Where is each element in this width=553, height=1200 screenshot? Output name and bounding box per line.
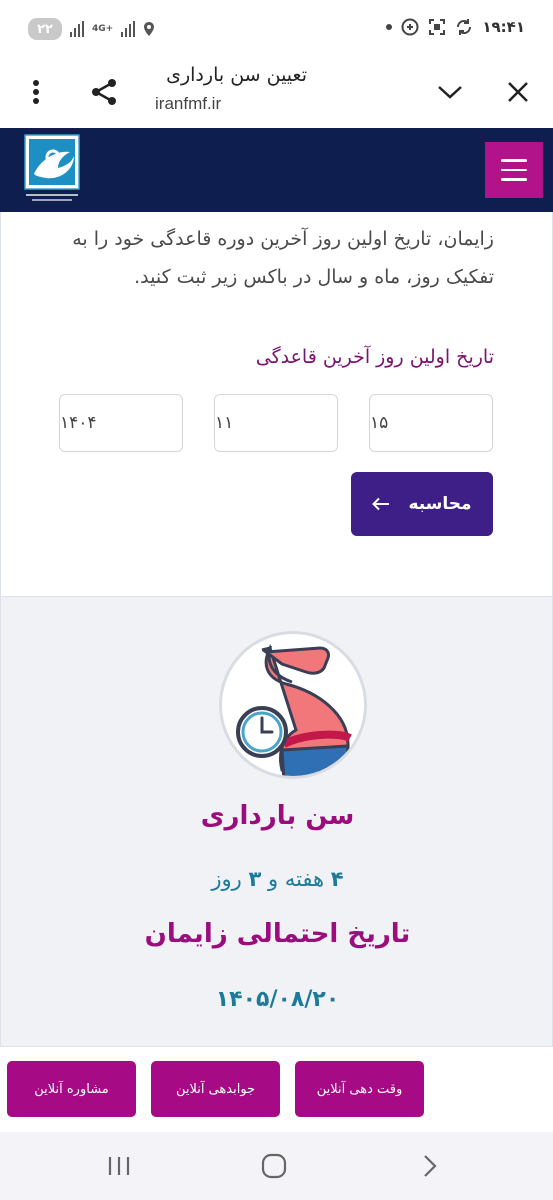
sync-icon: [457, 19, 472, 35]
notification-dot-icon: [386, 24, 393, 30]
more-options-button[interactable]: [14, 70, 58, 114]
menu-line: [501, 168, 527, 172]
result-panel: سن بارداری ۴ هفته و ۳ روز تاریخ احتمالی …: [0, 596, 553, 1046]
back-button[interactable]: [410, 1150, 450, 1182]
share-icon: [92, 79, 116, 105]
weeks-unit: هفته و: [268, 867, 325, 891]
close-icon: [508, 82, 528, 102]
date-field-label: تاریخ اولین روز آخرین قاعدگی: [255, 346, 494, 368]
browser-toolbar: تعیین سن بارداری iranfmf.ir: [0, 60, 553, 128]
status-right: ۱۹:۴۱: [386, 18, 525, 36]
month-input[interactable]: ۱۱: [214, 394, 338, 452]
network-type-label: 4G+: [92, 23, 114, 34]
due-date-value: ۱۴۰۵/۰۸/۲۰: [215, 987, 340, 1012]
menu-line: [501, 159, 527, 162]
weeks-value: ۴: [330, 867, 344, 891]
status-left: ۲۲ 4G+: [28, 18, 155, 40]
recent-apps-button[interactable]: [99, 1150, 139, 1182]
gestational-age-value: ۴ هفته و ۳ روز: [1, 867, 553, 891]
pregnant-belly-icon: [219, 631, 367, 779]
chevron-right-icon: [424, 1155, 437, 1177]
more-vertical-icon: [33, 80, 39, 104]
status-bar: ۲۲ 4G+ ۱۹:۴۱: [0, 0, 553, 60]
arrow-left-icon: [372, 497, 390, 511]
year-input[interactable]: ۱۴۰۴: [59, 394, 183, 452]
due-date-title: تاریخ احتمالی زایمان: [144, 919, 411, 949]
screenshot-icon: [429, 19, 446, 35]
home-button[interactable]: [254, 1150, 294, 1182]
page-url: iranfmf.ir: [155, 94, 222, 113]
site-header: [0, 128, 553, 212]
online-results-button[interactable]: جوابدهی آنلاین: [151, 1061, 280, 1117]
app-notification-icon: [401, 18, 419, 36]
online-appointment-button[interactable]: وقت دهی آنلاین: [295, 1061, 424, 1117]
gestational-age-title: سن بارداری: [200, 801, 355, 831]
intro-text: زایمان، تاریخ اولین روز آخرین دوره قاعدگ…: [72, 228, 494, 288]
calculate-label: محاسبه: [408, 494, 472, 514]
day-input[interactable]: ۱۵: [369, 394, 493, 452]
share-button[interactable]: [82, 70, 126, 114]
location-icon: [144, 22, 155, 36]
close-button[interactable]: [496, 70, 540, 114]
chevron-down-icon: [438, 86, 462, 99]
calculate-button[interactable]: محاسبه: [351, 472, 493, 536]
collapse-button[interactable]: [428, 70, 472, 114]
action-bar: مشاوره آنلاین جوابدهی آنلاین وقت دهی آنل…: [0, 1046, 553, 1132]
hamburger-menu-button[interactable]: [485, 142, 543, 198]
battery-indicator: ۲۲: [28, 18, 62, 40]
clock: ۱۹:۴۱: [482, 18, 525, 36]
logo-icon[interactable]: [24, 134, 80, 206]
signal-icon: [70, 21, 84, 37]
menu-line: [501, 178, 527, 181]
calculator-form: زایمان، تاریخ اولین روز آخرین دوره قاعدگ…: [0, 212, 553, 596]
days-unit: روز: [211, 867, 242, 891]
home-icon: [261, 1153, 287, 1179]
days-value: ۳: [248, 867, 262, 891]
recent-apps-icon: [108, 1157, 130, 1175]
system-navigation-bar: [0, 1132, 553, 1200]
pregnancy-clock-illustration: [236, 644, 352, 776]
online-consultation-button[interactable]: مشاوره آنلاین: [7, 1061, 136, 1117]
page-title: تعیین سن بارداری: [166, 64, 307, 86]
signal-icon-2: [121, 21, 136, 37]
